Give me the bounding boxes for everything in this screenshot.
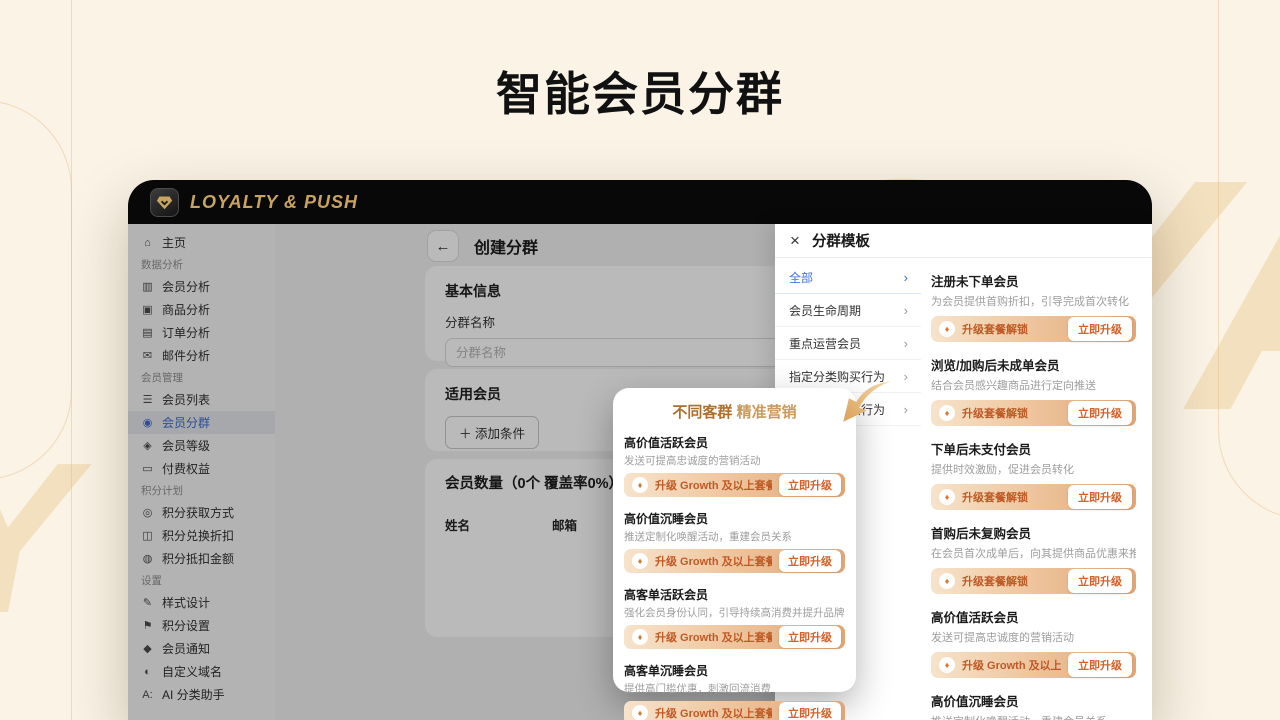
upgrade-banner: ♦ 升级套餐解锁 立即升级 — [931, 400, 1136, 426]
template-item[interactable]: 浏览/加购后未成单会员 结合会员感兴趣商品进行定向推送 ♦ 升级套餐解锁 立即升… — [931, 355, 1136, 426]
upgrade-now-button[interactable]: 立即升级 — [1068, 485, 1132, 509]
segment-title: 高客单活跃会员 — [624, 586, 845, 603]
upgrade-banner-text: 升级 Growth 及以上套餐解锁 — [655, 553, 772, 569]
gem-badge-icon: ♦ — [939, 489, 955, 505]
template-item[interactable]: 高价值沉睡会员 推送定制化唤醒活动，重建会员关系 ♦ 升级 Growth 及以上… — [931, 691, 1136, 720]
curved-arrow-icon — [832, 378, 894, 433]
upgrade-now-button[interactable]: 立即升级 — [779, 474, 841, 496]
popup-segment-item: 高客单沉睡会员 提供高门槛优惠，刺激回流消费 ♦ 升级 Growth 及以上套餐… — [624, 662, 845, 720]
chevron-right-icon: › — [904, 303, 908, 318]
upgrade-banner: ♦ 升级 Growth 及以上套餐解锁 立即升级 — [624, 473, 845, 497]
template-category[interactable]: 全部 › — [775, 261, 921, 294]
upgrade-banner: ♦ 升级 Growth 及以上套餐解锁 立即升级 — [624, 701, 845, 720]
brand-name: LOYALTY & PUSH — [190, 192, 358, 213]
upgrade-banner: ♦ 升级 Growth 及以上套餐解锁 立即升级 — [624, 625, 845, 649]
background-outline-shape — [0, 100, 72, 720]
upgrade-now-button[interactable]: 立即升级 — [1068, 653, 1132, 677]
chevron-right-icon: › — [904, 369, 908, 384]
template-title: 高价值活跃会员 — [931, 607, 1136, 626]
upgrade-now-button[interactable]: 立即升级 — [779, 626, 841, 648]
upgrade-banner: ♦ 升级 Growth 及以上套餐解锁 立即升级 — [931, 652, 1136, 678]
upgrade-now-button[interactable]: 立即升级 — [1068, 317, 1132, 341]
close-icon[interactable]: × — [790, 232, 800, 249]
popup-title-part1: 不同客群 — [672, 404, 732, 421]
upgrade-banner-text: 升级套餐解锁 — [962, 405, 1061, 421]
gem-badge-icon: ♦ — [939, 321, 955, 337]
template-category[interactable]: 会员生命周期 › — [775, 294, 921, 327]
popup-title-part2: 精准营销 — [737, 404, 797, 421]
upgrade-now-button[interactable]: 立即升级 — [779, 702, 841, 720]
gem-badge-icon: ♦ — [939, 657, 955, 673]
drawer-title: 分群模板 — [812, 230, 870, 251]
gem-badge-icon: ♦ — [632, 705, 648, 720]
template-desc: 发送可提高忠诚度的营销活动 — [931, 629, 1136, 645]
template-desc: 推送定制化唤醒活动，重建会员关系 — [931, 713, 1136, 720]
template-desc: 提供时效激励，促进会员转化 — [931, 461, 1136, 477]
brand-gem-icon — [156, 194, 173, 211]
segment-desc: 发送可提高忠诚度的营销活动 — [624, 453, 845, 468]
page-title: 智能会员分群 — [0, 58, 1280, 124]
popup-segment-item: 高价值沉睡会员 推送定制化唤醒活动，重建会员关系 ♦ 升级 Growth 及以上… — [624, 510, 845, 573]
template-desc: 为会员提供首购折扣，引导完成首次转化 — [931, 293, 1136, 309]
upgrade-now-button[interactable]: 立即升级 — [779, 550, 841, 572]
gem-badge-icon: ♦ — [632, 477, 648, 493]
segment-desc: 提供高门槛优惠，刺激回流消费 — [624, 681, 845, 696]
popup-title: 不同客群 精准营销 — [624, 388, 845, 426]
chevron-right-icon: › — [904, 402, 908, 417]
precision-marketing-popup: 不同客群 精准营销 高价值活跃会员 发送可提高忠诚度的营销活动 ♦ 升级 Gro… — [613, 388, 856, 692]
popup-segment-item: 高客单活跃会员 强化会员身份认同，引导持续高消费并提升品牌粘性 ♦ 升级 Gro… — [624, 586, 845, 649]
upgrade-banner: ♦ 升级套餐解锁 立即升级 — [931, 568, 1136, 594]
drawer-header: × 分群模板 — [775, 224, 1152, 258]
upgrade-banner-text: 升级套餐解锁 — [962, 489, 1061, 505]
category-label: 重点运营会员 — [789, 335, 861, 352]
app-window: LOYALTY & PUSH ⌂ 主页 数据分析 ▥ 会员分析 ▣ 商品分析 ▤… — [128, 180, 1152, 720]
template-desc: 在会员首次成单后，向其提供商品优惠来推动再次成单 — [931, 545, 1136, 561]
template-title: 首购后未复购会员 — [931, 523, 1136, 542]
upgrade-now-button[interactable]: 立即升级 — [1068, 401, 1132, 425]
template-title: 浏览/加购后未成单会员 — [931, 355, 1136, 374]
template-item[interactable]: 高价值活跃会员 发送可提高忠诚度的营销活动 ♦ 升级 Growth 及以上套餐解… — [931, 607, 1136, 678]
template-title: 下单后未支付会员 — [931, 439, 1136, 458]
segment-desc: 推送定制化唤醒活动，重建会员关系 — [624, 529, 845, 544]
upgrade-banner-text: 升级 Growth 及以上套餐解锁 — [962, 657, 1061, 673]
upgrade-banner-text: 升级套餐解锁 — [962, 321, 1061, 337]
template-desc: 结合会员感兴趣商品进行定向推送 — [931, 377, 1136, 393]
category-label: 会员生命周期 — [789, 302, 861, 319]
gem-badge-icon: ♦ — [939, 405, 955, 421]
segment-title: 高价值活跃会员 — [624, 434, 845, 451]
popup-segment-item: 高价值活跃会员 发送可提高忠诚度的营销活动 ♦ 升级 Growth 及以上套餐解… — [624, 434, 845, 497]
gem-badge-icon: ♦ — [632, 553, 648, 569]
segment-desc: 强化会员身份认同，引导持续高消费并提升品牌粘性 — [624, 605, 845, 620]
template-list[interactable]: 注册未下单会员 为会员提供首购折扣，引导完成首次转化 ♦ 升级套餐解锁 立即升级… — [921, 258, 1152, 720]
chevron-right-icon: › — [904, 336, 908, 351]
upgrade-banner-text: 升级 Growth 及以上套餐解锁 — [655, 705, 772, 720]
template-item[interactable]: 注册未下单会员 为会员提供首购折扣，引导完成首次转化 ♦ 升级套餐解锁 立即升级 — [931, 271, 1136, 342]
upgrade-banner-text: 升级 Growth 及以上套餐解锁 — [655, 477, 772, 493]
popup-segment-list: 高价值活跃会员 发送可提高忠诚度的营销活动 ♦ 升级 Growth 及以上套餐解… — [624, 434, 845, 720]
template-item[interactable]: 首购后未复购会员 在会员首次成单后，向其提供商品优惠来推动再次成单 ♦ 升级套餐… — [931, 523, 1136, 594]
upgrade-banner-text: 升级 Growth 及以上套餐解锁 — [655, 629, 772, 645]
category-label: 全部 — [789, 269, 813, 286]
chevron-right-icon: › — [904, 270, 908, 285]
upgrade-banner-text: 升级套餐解锁 — [962, 573, 1061, 589]
upgrade-banner: ♦ 升级套餐解锁 立即升级 — [931, 484, 1136, 510]
template-item[interactable]: 下单后未支付会员 提供时效激励，促进会员转化 ♦ 升级套餐解锁 立即升级 — [931, 439, 1136, 510]
gem-badge-icon: ♦ — [632, 629, 648, 645]
template-title: 高价值沉睡会员 — [931, 691, 1136, 710]
upgrade-banner: ♦ 升级 Growth 及以上套餐解锁 立即升级 — [624, 549, 845, 573]
segment-title: 高价值沉睡会员 — [624, 510, 845, 527]
segment-title: 高客单沉睡会员 — [624, 662, 845, 679]
upgrade-banner: ♦ 升级套餐解锁 立即升级 — [931, 316, 1136, 342]
template-category[interactable]: 重点运营会员 › — [775, 327, 921, 360]
gem-badge-icon: ♦ — [939, 573, 955, 589]
upgrade-now-button[interactable]: 立即升级 — [1068, 569, 1132, 593]
brand-logo — [150, 188, 179, 217]
app-topbar: LOYALTY & PUSH — [128, 180, 1152, 224]
template-title: 注册未下单会员 — [931, 271, 1136, 290]
